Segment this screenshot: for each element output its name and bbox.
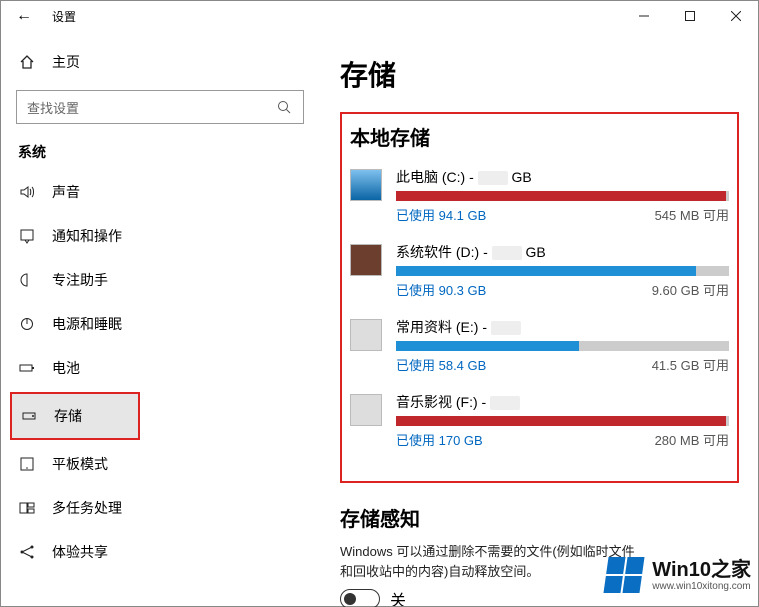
sidebar-item-label: 专注助手 (52, 270, 108, 290)
toggle-label: 关 (390, 587, 406, 607)
sidebar-item-label: 体验共享 (52, 542, 108, 562)
page-title: 存储 (340, 54, 739, 94)
storage-icon (20, 408, 38, 424)
sidebar-item-sound[interactable]: 声音 (0, 170, 320, 214)
sidebar-item-focus[interactable]: 专注助手 (0, 258, 320, 302)
drive-used-label: 已使用 170 GB (396, 430, 483, 449)
drive-usage-bar (396, 266, 729, 276)
drive-usage-bar (396, 191, 729, 201)
drive-free-label: 9.60 GB 可用 (652, 280, 729, 299)
sidebar-home[interactable]: 主页 (0, 42, 320, 82)
drive-icon (350, 319, 382, 351)
drive-icon (350, 244, 382, 276)
sidebar-item-storage[interactable]: 存储 (12, 394, 138, 438)
watermark-logo-icon (604, 557, 645, 593)
storage-sense-toggle[interactable] (340, 589, 380, 607)
home-icon (18, 54, 36, 70)
sidebar-section-label: 系统 (0, 124, 320, 170)
minimize-button[interactable] (621, 0, 667, 32)
focus-icon (18, 272, 36, 288)
sidebar-item-label: 平板模式 (52, 454, 108, 474)
notifications-icon (18, 228, 36, 244)
watermark: Win10之家 www.win10xitong.com (606, 557, 751, 593)
sidebar-item-label: 多任务处理 (52, 498, 122, 518)
sidebar-item-label: 电源和睡眠 (52, 314, 122, 334)
search-placeholder: 查找设置 (27, 98, 79, 117)
storage-sense-header: 存储感知 (340, 503, 739, 532)
drive-used-label: 已使用 94.1 GB (396, 205, 486, 224)
power-icon (18, 316, 36, 332)
sidebar-item-tablet[interactable]: 平板模式 (0, 442, 320, 486)
sidebar-item-notifications[interactable]: 通知和操作 (0, 214, 320, 258)
drive-row[interactable]: 此电脑 (C:) - GB 已使用 94.1 GB 545 MB 可用 (350, 167, 729, 224)
drive-row[interactable]: 系统软件 (D:) - GB 已使用 90.3 GB 9.60 GB 可用 (350, 242, 729, 299)
multitask-icon (18, 500, 36, 516)
sound-icon (18, 184, 36, 200)
search-icon (275, 100, 293, 114)
sidebar-item-share[interactable]: 体验共享 (0, 530, 320, 574)
drive-icon (350, 169, 382, 201)
sidebar: 主页 查找设置 系统 声音 通知和操作 专注助手 电源和睡眠 电池 (0, 32, 320, 607)
watermark-url: www.win10xitong.com (652, 581, 751, 592)
sidebar-item-label: 声音 (52, 182, 80, 202)
sidebar-item-label: 存储 (54, 406, 82, 426)
sidebar-item-power[interactable]: 电源和睡眠 (0, 302, 320, 346)
tablet-icon (18, 456, 36, 472)
search-input[interactable]: 查找设置 (16, 90, 304, 124)
drive-title: 常用资料 (E:) - (396, 317, 729, 337)
watermark-title: Win10之家 (652, 559, 751, 581)
drive-free-label: 545 MB 可用 (655, 205, 729, 224)
sidebar-home-label: 主页 (52, 52, 80, 72)
share-icon (18, 544, 36, 560)
storage-sense-description: Windows 可以通过删除不需要的文件(例如临时文件和回收站中的内容)自动释放… (340, 542, 640, 581)
sidebar-item-label: 通知和操作 (52, 226, 122, 246)
main-content: 存储 本地存储 此电脑 (C:) - GB 已使用 94.1 GB 545 MB 可… (320, 32, 759, 607)
sidebar-item-label: 电池 (52, 358, 80, 378)
drive-row[interactable]: 音乐影视 (F:) - 已使用 170 GB 280 MB 可用 (350, 392, 729, 449)
drive-used-label: 已使用 90.3 GB (396, 280, 486, 299)
drive-title: 音乐影视 (F:) - (396, 392, 729, 412)
back-button[interactable]: ← (0, 7, 48, 25)
drive-title: 此电脑 (C:) - GB (396, 167, 729, 187)
drive-free-label: 41.5 GB 可用 (652, 355, 729, 374)
close-button[interactable] (713, 0, 759, 32)
battery-icon (18, 360, 36, 376)
drive-usage-bar (396, 416, 729, 426)
drive-used-label: 已使用 58.4 GB (396, 355, 486, 374)
sidebar-item-battery[interactable]: 电池 (0, 346, 320, 390)
drive-icon (350, 394, 382, 426)
sidebar-item-multitask[interactable]: 多任务处理 (0, 486, 320, 530)
titlebar: ← 设置 (0, 0, 759, 32)
local-storage-section: 本地存储 此电脑 (C:) - GB 已使用 94.1 GB 545 MB 可用系统… (340, 112, 739, 483)
drive-free-label: 280 MB 可用 (655, 430, 729, 449)
drive-usage-bar (396, 341, 729, 351)
window-title: 设置 (48, 8, 76, 25)
drive-title: 系统软件 (D:) - GB (396, 242, 729, 262)
maximize-button[interactable] (667, 0, 713, 32)
drive-row[interactable]: 常用资料 (E:) - 已使用 58.4 GB 41.5 GB 可用 (350, 317, 729, 374)
local-storage-header: 本地存储 (350, 122, 729, 151)
